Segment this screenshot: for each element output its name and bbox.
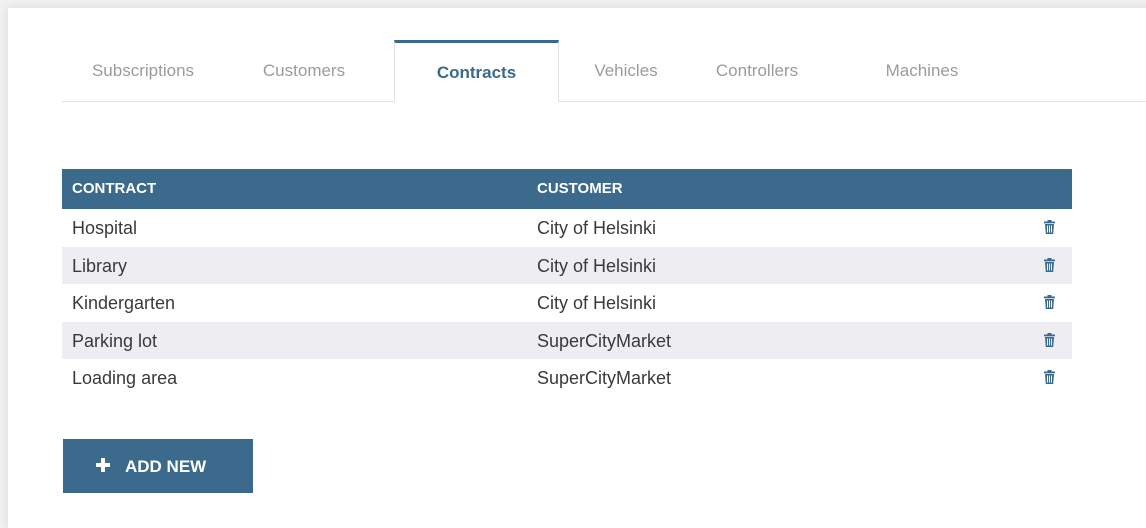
contracts-table: CONTRACT CUSTOMER Hospital City of Helsi…: [62, 169, 1072, 397]
table-row[interactable]: Loading area SuperCityMarket: [62, 359, 1072, 397]
tab-customers[interactable]: Customers: [238, 40, 370, 101]
tab-subscriptions[interactable]: Subscriptions: [62, 40, 224, 101]
tab-contracts[interactable]: Contracts: [394, 40, 559, 102]
trash-icon[interactable]: [1044, 220, 1055, 234]
table-row[interactable]: Library City of Helsinki: [62, 246, 1072, 285]
customer-cell: City of Helsinki: [537, 293, 657, 314]
add-new-button[interactable]: ADD NEW: [63, 439, 253, 493]
customer-cell: City of Helsinki: [537, 218, 657, 238]
customer-cell: City of Helsinki: [537, 255, 657, 276]
customer-cell: SuperCityMarket: [537, 368, 672, 389]
trash-icon[interactable]: [1044, 332, 1055, 347]
table-row[interactable]: Kindergarten City of Helsinki: [62, 284, 1072, 322]
trash-icon[interactable]: [1044, 295, 1055, 310]
customer-cell: SuperCityMarket: [537, 330, 672, 351]
plus-icon: [96, 458, 110, 472]
tab-vehicles[interactable]: Vehicles: [570, 40, 682, 101]
contract-cell: Parking lot: [72, 330, 158, 351]
contract-cell: Library: [72, 255, 128, 276]
column-header-contract: CONTRACT: [72, 180, 157, 197]
contract-cell: Hospital: [72, 218, 138, 238]
tab-machines[interactable]: Machines: [858, 40, 986, 101]
trash-icon[interactable]: [1044, 257, 1055, 272]
contract-cell: Loading area: [72, 368, 178, 389]
add-new-label: ADD NEW: [125, 457, 207, 476]
tab-bar: Subscriptions Customers Contracts Vehicl…: [62, 40, 1146, 102]
contract-cell: Kindergarten: [72, 293, 176, 314]
column-header-customer: CUSTOMER: [537, 180, 623, 197]
table-row[interactable]: Parking lot SuperCityMarket: [62, 321, 1072, 360]
trash-icon[interactable]: [1044, 370, 1055, 385]
table-header: CONTRACT CUSTOMER: [62, 169, 1072, 209]
tab-controllers[interactable]: Controllers: [694, 40, 820, 101]
table-row[interactable]: Hospital City of Helsinki: [62, 209, 1072, 247]
